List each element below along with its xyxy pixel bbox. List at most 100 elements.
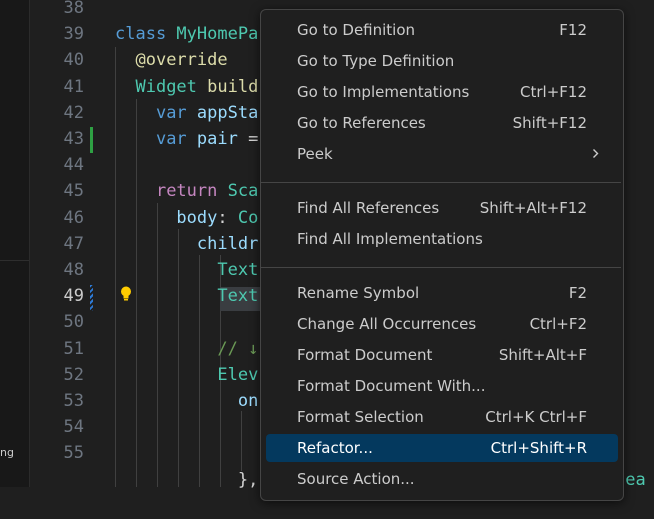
line-number: 45 [63, 181, 84, 202]
sidebar-panel: ng [0, 0, 30, 487]
menu-item-label: Go to References [297, 114, 426, 132]
code-token: class [115, 24, 177, 45]
code-token: // ↓ [217, 338, 259, 359]
code-text: childr [115, 231, 258, 257]
code-token: Text [217, 260, 259, 280]
line-number: 43 [63, 129, 84, 149]
code-token: body [176, 207, 218, 228]
code-text: Widget build [115, 74, 258, 100]
menu-item-format-document[interactable]: Format Document Shift+Alt+F [266, 341, 618, 369]
menu-item-shortcut: F2 [568, 284, 587, 302]
line-number: 50 [63, 312, 84, 333]
menu-item-label: Go to Implementations [297, 83, 470, 101]
menu-item-change-all-occurrences[interactable]: Change All Occurrences Ctrl+F2 [266, 310, 618, 338]
code-token: build [207, 76, 259, 97]
menu-item-refactor[interactable]: Refactor... Ctrl+Shift+R [266, 434, 618, 462]
menu-item-find-all-implementations[interactable]: Find All Implementations [266, 225, 618, 253]
code-token: Text [217, 286, 259, 307]
line-number: 49 [63, 286, 84, 307]
code-text: body: Co [115, 205, 258, 231]
menu-item-shortcut: Ctrl+K Ctrl+F [485, 408, 587, 426]
menu-item-go-to-type-definition[interactable]: Go to Type Definition [266, 47, 618, 75]
menu-item-rename-symbol[interactable]: Rename Symbol F2 [266, 279, 618, 307]
code-token: MyHomePa [176, 24, 259, 45]
code-token: appSta [196, 102, 259, 123]
menu-item-shortcut: Ctrl+F2 [529, 315, 587, 333]
line-number: 54 [63, 417, 84, 438]
sidebar-fragment-text: ng [0, 446, 14, 459]
menu-item-format-document-with[interactable]: Format Document With... [266, 372, 618, 400]
code-text: var appSta [115, 100, 258, 126]
code-token: var [155, 102, 197, 123]
menu-item-shortcut: Shift+Alt+F [498, 346, 587, 364]
menu-item-shortcut: Ctrl+F12 [520, 83, 587, 101]
code-text: Text [115, 257, 258, 283]
code-token: childr [196, 233, 259, 254]
menu-separator [261, 182, 621, 183]
code-text: Elev [115, 362, 258, 388]
context-menu: Go to Definition F12 Go to Type Definition… [260, 9, 624, 501]
menu-item-shortcut: Shift+F12 [512, 114, 587, 132]
code-text: on [115, 388, 258, 414]
line-number: 42 [63, 102, 84, 123]
code-token: : [217, 207, 238, 228]
line-number: 47 [63, 233, 84, 254]
menu-item-label: Go to Definition [297, 21, 416, 39]
code-text: }, [115, 467, 258, 493]
code-text: Text [115, 283, 258, 309]
menu-item-label: Format Document With... [297, 377, 486, 395]
line-number: 52 [63, 364, 84, 385]
line-number: 46 [63, 207, 84, 228]
menu-item-label: Find All References [297, 199, 440, 217]
line-number: 51 [63, 338, 84, 359]
menu-item-label: Source Action... [297, 470, 415, 488]
code-token: Elev [217, 364, 259, 385]
code-token: var [155, 129, 197, 149]
menu-item-peek[interactable]: Peek [266, 140, 618, 168]
code-text: // ↓ [115, 336, 258, 362]
menu-item-go-to-definition[interactable]: Go to Definition F12 [266, 16, 618, 44]
line-number: 40 [63, 50, 84, 71]
menu-item-go-to-implementations[interactable]: Go to Implementations Ctrl+F12 [266, 78, 618, 106]
line-number: 53 [63, 391, 84, 411]
code-token: Co [237, 207, 259, 228]
menu-item-shortcut: Shift+Alt+F12 [479, 199, 587, 217]
code-token: Sca [227, 181, 259, 202]
menu-item-shortcut: Ctrl+Shift+R [490, 439, 587, 457]
code-token: = [237, 129, 259, 149]
menu-item-format-selection[interactable]: Format Selection Ctrl+K Ctrl+F [266, 403, 618, 431]
menu-separator [261, 267, 621, 268]
line-number: 39 [63, 24, 84, 45]
line-number: 41 [63, 76, 84, 97]
menu-item-label: Rename Symbol [297, 284, 420, 302]
menu-item-label: Refactor... [297, 439, 373, 457]
menu-item-label: Change All Occurrences [297, 315, 477, 333]
chevron-right-icon [593, 149, 599, 158]
code-text: return Sca [115, 178, 258, 204]
menu-item-label: Peek [297, 145, 333, 163]
code-token: @override [135, 50, 228, 71]
menu-item-go-to-references[interactable]: Go to References Shift+F12 [266, 109, 618, 137]
code-token: Widget [135, 76, 208, 97]
sidebar-divider [0, 260, 29, 261]
menu-item-label: Go to Type Definition [297, 52, 455, 70]
code-text: var pair = [115, 126, 258, 152]
menu-item-label: Format Selection [297, 408, 424, 426]
menu-item-label: Format Document [297, 346, 433, 364]
line-number: 48 [63, 260, 84, 280]
menu-item-label: Find All Implementations [297, 230, 483, 248]
menu-item-source-action[interactable]: Source Action... [266, 465, 618, 493]
code-text: class MyHomePa [115, 21, 258, 47]
menu-item-find-all-references[interactable]: Find All References Shift+Alt+F12 [266, 194, 618, 222]
